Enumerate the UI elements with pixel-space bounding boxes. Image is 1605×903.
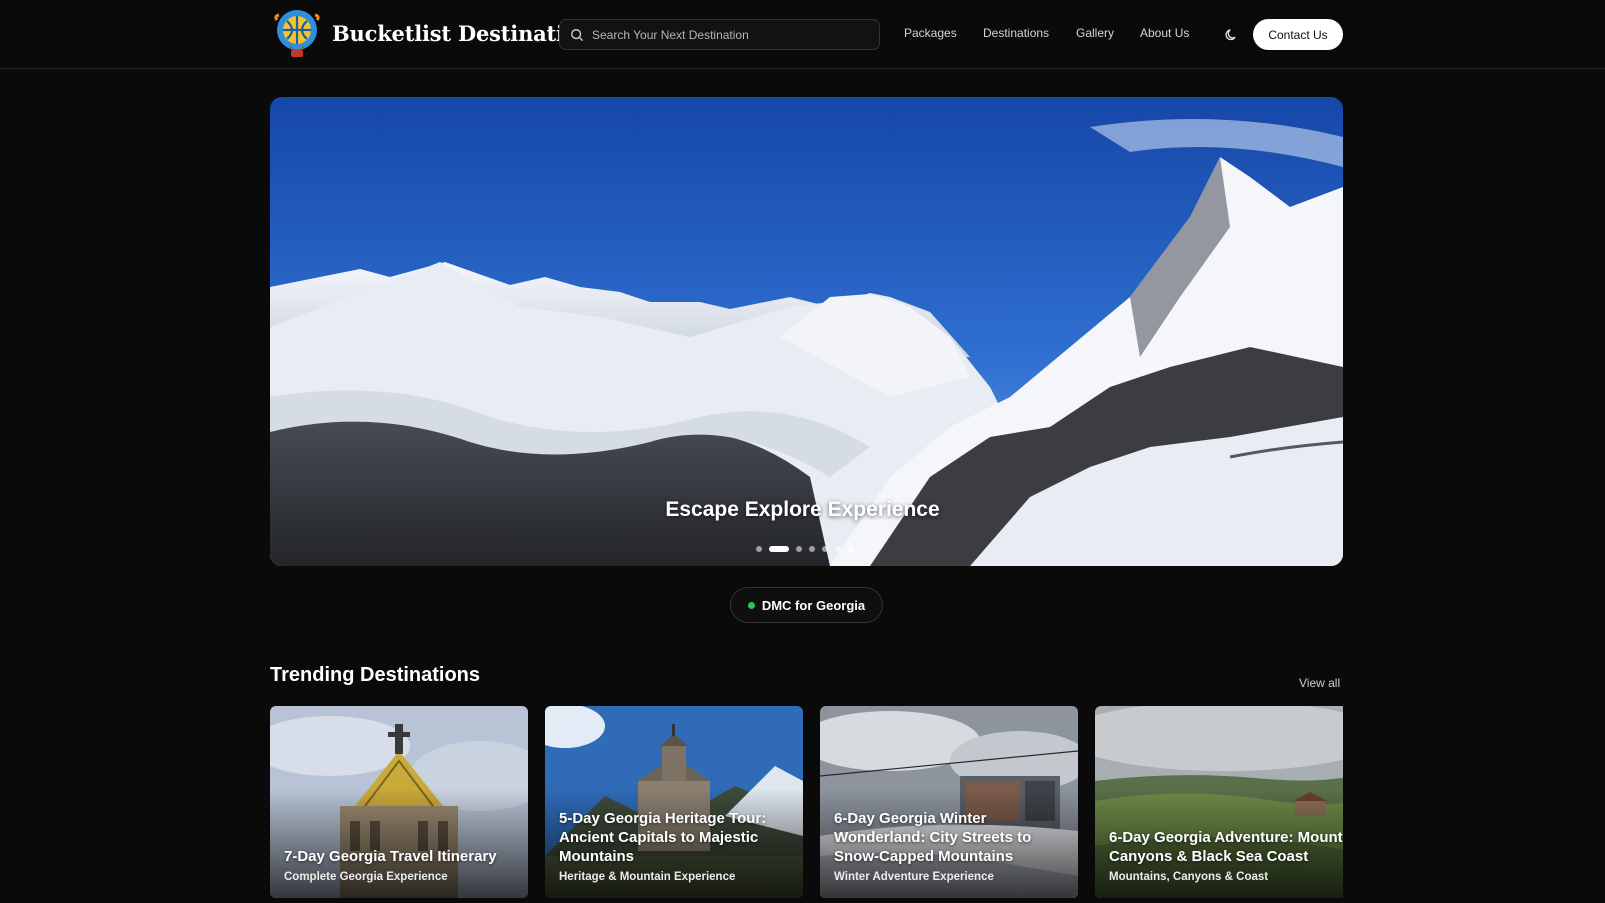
carousel-dot[interactable]: [822, 546, 828, 552]
site-header: Bucketlist Destinations Packages Destina…: [0, 0, 1605, 69]
dmc-badge: DMC for Georgia: [730, 587, 883, 623]
carousel-pagination: [756, 546, 854, 552]
hero-title: Escape Explore Experience: [665, 498, 940, 521]
search-bar[interactable]: [559, 19, 880, 50]
trending-section-title: Trending Destinations: [270, 664, 481, 686]
carousel-dot[interactable]: [796, 546, 802, 552]
destination-card[interactable]: 5-Day Georgia Heritage Tour: Ancient Cap…: [545, 706, 803, 898]
brand-logo-link[interactable]: Bucketlist Destinations: [270, 6, 605, 60]
carousel-dot[interactable]: [756, 546, 762, 552]
trending-cards-row: 7-Day Georgia Travel Itinerary Complete …: [270, 706, 1343, 903]
nav-link-packages[interactable]: Packages: [904, 26, 957, 40]
carousel-dot-active[interactable]: [769, 546, 789, 552]
carousel-dot[interactable]: [848, 546, 854, 552]
card-subtitle: Mountains, Canyons & Coast: [1109, 871, 1269, 883]
theme-toggle-button[interactable]: [1222, 25, 1242, 45]
hero-carousel[interactable]: [270, 97, 1343, 566]
destination-card[interactable]: 7-Day Georgia Travel Itinerary Complete …: [270, 706, 528, 898]
destination-card[interactable]: 6-Day Georgia Winter Wonderland: City St…: [820, 706, 1078, 898]
dmc-badge-label: DMC for Georgia: [761, 597, 866, 613]
view-all-link[interactable]: View all: [1299, 676, 1340, 690]
card-title: 6-Day Georgia Winter Wonderland: City St…: [834, 810, 1032, 865]
search-input[interactable]: [592, 27, 872, 42]
card-title: 5-Day Georgia Heritage Tour: Ancient Cap…: [559, 810, 767, 865]
card-title: 7-Day Georgia Travel Itinerary: [284, 848, 497, 865]
nav-link-gallery[interactable]: Gallery: [1076, 26, 1114, 40]
card-subtitle: Complete Georgia Experience: [284, 871, 448, 883]
balloon-globe-logo-icon: [274, 10, 320, 57]
contact-us-button[interactable]: Contact Us: [1253, 19, 1343, 50]
nav-link-about-us[interactable]: About Us: [1140, 26, 1189, 40]
nav-link-destinations[interactable]: Destinations: [983, 26, 1049, 40]
status-dot-icon: [747, 601, 755, 609]
moon-icon: [1225, 29, 1236, 41]
hero-mountain-image: [270, 97, 1343, 566]
carousel-dot[interactable]: [809, 546, 815, 552]
destination-card[interactable]: 6-Day Georgia Adventure: Mountains, Cany…: [1095, 706, 1343, 898]
carousel-dot[interactable]: [835, 546, 841, 552]
search-icon: [571, 28, 584, 41]
card-subtitle: Heritage & Mountain Experience: [559, 871, 736, 883]
card-title: 6-Day Georgia Adventure: Mountains, Cany…: [1109, 829, 1343, 865]
card-subtitle: Winter Adventure Experience: [834, 871, 994, 883]
